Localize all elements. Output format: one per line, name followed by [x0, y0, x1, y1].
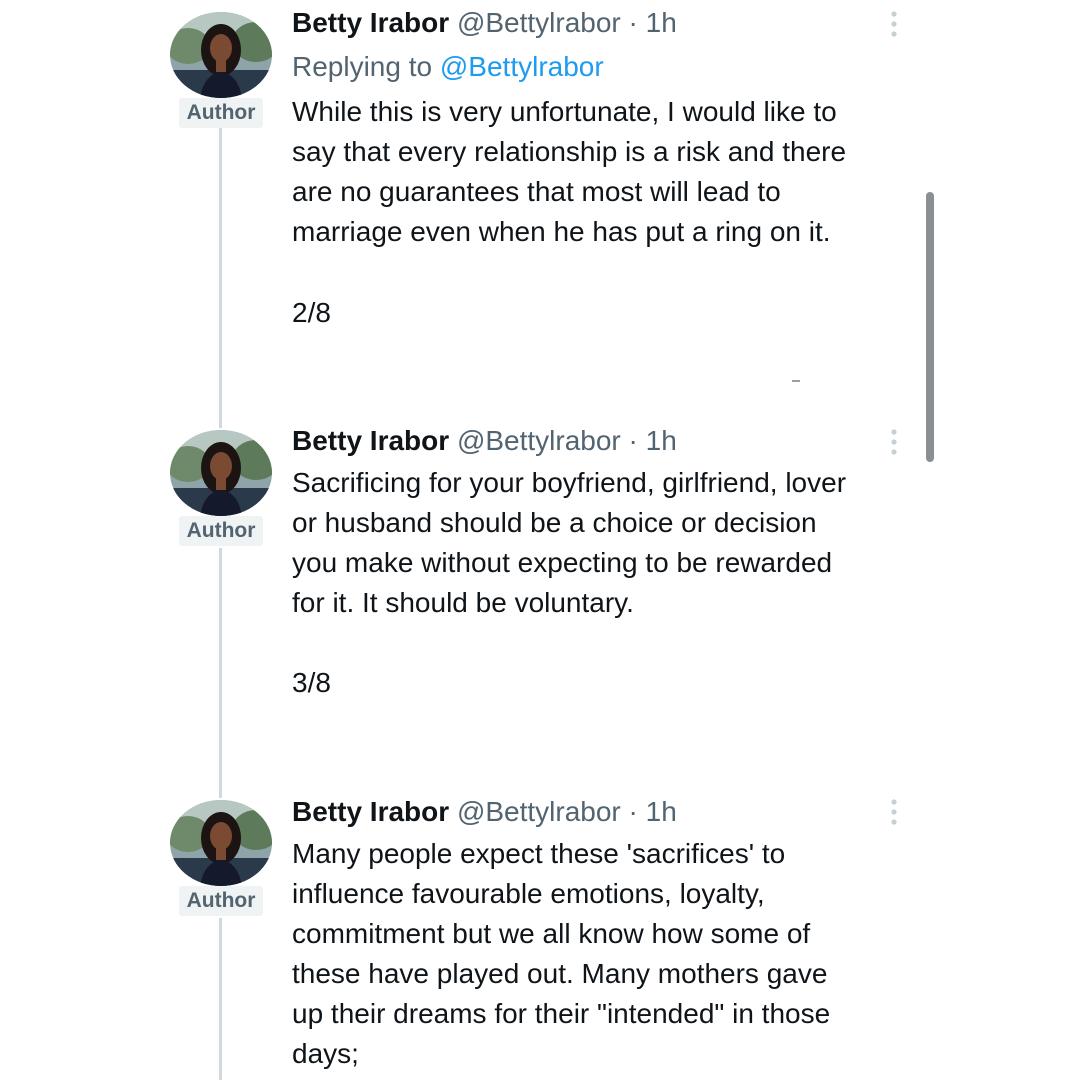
tweet-text-line: While this is very unfortunate, I would …: [292, 96, 837, 127]
timestamp[interactable]: · 1h: [629, 425, 677, 456]
author-badge: Author: [179, 516, 263, 546]
handle[interactable]: @Bettylrabor: [457, 796, 621, 827]
display-name[interactable]: Betty Irabor: [292, 7, 449, 38]
tweet-text-line: for it. It should be voluntary.: [292, 587, 634, 618]
tweet-text-line: marriage even when he has put a ring on …: [292, 216, 831, 247]
tweet-header: Betty Irabor @Bettylrabor · 1h: [292, 6, 677, 40]
tweet-text-line: influence favourable emotions, loyalty,: [292, 878, 765, 909]
author-badge: Author: [179, 98, 263, 128]
replying-to: Replying to @Bettylrabor: [292, 50, 604, 84]
thread-line: [219, 548, 222, 798]
more-vertical-icon[interactable]: [882, 8, 906, 40]
tweet-text: While this is very unfortunate, I would …: [292, 92, 932, 252]
tweet-text-line: Sacrificing for your boyfriend, girlfrie…: [292, 467, 847, 498]
divider-mark: [792, 380, 800, 382]
tweet-text: Many people expect these 'sacrifices' to…: [292, 834, 932, 1074]
more-vertical-icon[interactable]: [882, 426, 906, 458]
tweet-text-line: Many people expect these 'sacrifices' to: [292, 838, 786, 869]
replying-mention[interactable]: @Bettylrabor: [440, 51, 604, 82]
avatar[interactable]: [170, 800, 272, 886]
tweet-text-line: these have played out. Many mothers gave: [292, 958, 828, 989]
tweet-text-line: or husband should be a choice or decisio…: [292, 507, 817, 538]
tweet-text-line: days;: [292, 1038, 359, 1069]
thread-line: [219, 128, 222, 428]
timestamp[interactable]: · 1h: [629, 796, 677, 827]
display-name[interactable]: Betty Irabor: [292, 425, 449, 456]
more-vertical-icon[interactable]: [882, 796, 906, 828]
tweet-text-line: you make without expecting to be rewarde…: [292, 547, 833, 578]
tweet-text: Sacrificing for your boyfriend, girlfrie…: [292, 463, 932, 623]
handle[interactable]: @Bettylrabor: [457, 425, 621, 456]
replying-prefix: Replying to: [292, 51, 433, 82]
thread-counter: 2/8: [292, 297, 331, 328]
tweet-header: Betty Irabor @Bettylrabor · 1h: [292, 424, 677, 458]
display-name[interactable]: Betty Irabor: [292, 796, 449, 827]
avatar[interactable]: [170, 430, 272, 516]
avatar[interactable]: [170, 12, 272, 98]
timestamp[interactable]: · 1h: [629, 7, 677, 38]
thread-counter: 3/8: [292, 667, 331, 698]
tweet-header: Betty Irabor @Bettylrabor · 1h: [292, 795, 677, 829]
tweet-text-line: say that every relationship is a risk an…: [292, 136, 847, 167]
tweet-text-line: are no guarantees that most will lead to: [292, 176, 781, 207]
tweet-text-line: up their dreams for their "intended" in …: [292, 998, 831, 1029]
thread-line: [219, 918, 222, 1080]
tweet-text-line: commitment but we all know how some of: [292, 918, 811, 949]
handle[interactable]: @Bettylrabor: [457, 7, 621, 38]
author-badge: Author: [179, 886, 263, 916]
